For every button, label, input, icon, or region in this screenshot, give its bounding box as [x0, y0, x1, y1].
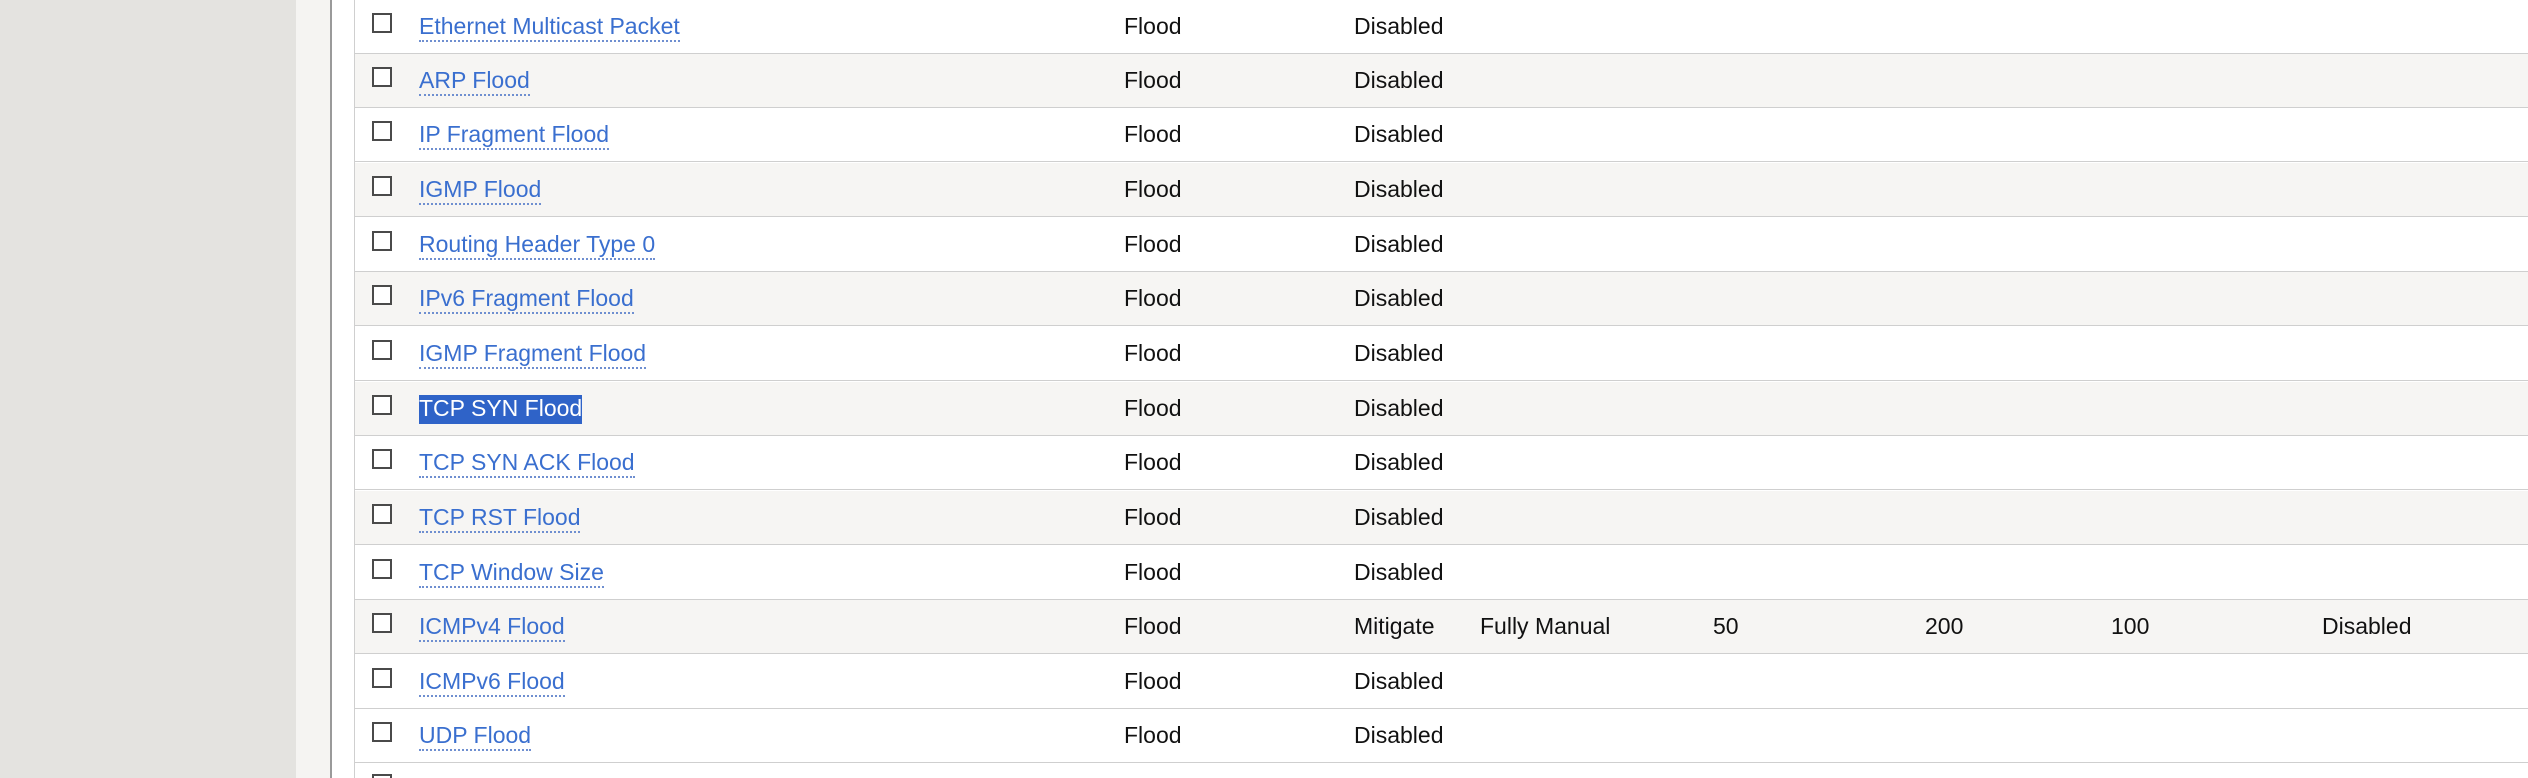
threshold-value: 100: [2111, 613, 2150, 639]
table-row: TCP RST Flood Flood Disabled: [355, 491, 2528, 545]
attack-name-link[interactable]: TCP SYN Flood: [419, 382, 583, 435]
attack-name-link[interactable]: IP Fragment Flood: [419, 108, 610, 161]
attack-name-link[interactable]: Ethernet Multicast Packet: [419, 0, 680, 53]
attack-action: Disabled: [1354, 67, 1444, 93]
attack-name[interactable]: TCP Window Size: [419, 559, 604, 588]
attack-name[interactable]: TCP RST Flood: [419, 504, 581, 533]
attack-name-link[interactable]: IGMP Fragment Flood: [419, 327, 647, 380]
attack-name-link[interactable]: ICMPv4 Flood: [419, 600, 565, 653]
row-checkbox[interactable]: [372, 121, 392, 141]
table-row: UDP Flood Flood Disabled: [355, 709, 2528, 763]
row-checkbox[interactable]: [372, 668, 392, 688]
table-row: TCP SYN Flood Flood Disabled: [355, 382, 2528, 436]
attack-name[interactable]: UDP Flood: [419, 722, 532, 751]
attack-type: Flood: [1124, 67, 1182, 93]
dos-protection-table: Ethernet Multicast Packet Flood Disabled…: [354, 0, 2528, 778]
table-row: ARP Flood Flood Disabled: [355, 54, 2528, 108]
table-row: IGMP Fragment Flood Flood Disabled: [355, 327, 2528, 381]
row-checkbox[interactable]: [372, 774, 392, 778]
table-row: IPv6 Fragment Flood Flood Disabled: [355, 272, 2528, 326]
attack-action: Disabled: [1354, 13, 1444, 39]
row-checkbox[interactable]: [372, 722, 392, 742]
attack-action: Disabled: [1354, 231, 1444, 257]
attack-name[interactable]: ICMPv6 Flood: [419, 668, 565, 697]
attack-status: Disabled: [2322, 613, 2412, 639]
attack-name[interactable]: ARP Flood: [419, 67, 530, 96]
attack-name-link[interactable]: ICMPv6 Flood: [419, 655, 565, 708]
attack-type: Flood: [1124, 504, 1182, 530]
attack-action: Disabled: [1354, 504, 1444, 530]
attack-name-link[interactable]: TCP SYN ACK Flood: [419, 436, 635, 489]
attack-type: Flood: [1124, 176, 1182, 202]
attack-type: Flood: [1124, 722, 1182, 748]
attack-action: Mitigate: [1354, 613, 1435, 639]
attack-type: Flood: [1124, 668, 1182, 694]
attack-name[interactable]: IPv6 Fragment Flood: [419, 285, 634, 314]
row-checkbox[interactable]: [372, 340, 392, 360]
attack-type: Flood: [1124, 340, 1182, 366]
threshold-value: 50: [1713, 613, 1739, 639]
attack-action: Disabled: [1354, 285, 1444, 311]
table-row: TCP SYN ACK Flood Flood Disabled: [355, 436, 2528, 490]
table-row: ICMPv4 Flood Flood Mitigate Fully Manual…: [355, 600, 2528, 654]
attack-name-link[interactable]: IGMP Flood: [419, 163, 542, 216]
attack-name-link[interactable]: TCP RST Flood: [419, 491, 581, 544]
attack-name-link[interactable]: IPv6 Fragment Flood: [419, 272, 634, 325]
table-row: IP Fragment Flood Flood Disabled: [355, 108, 2528, 162]
table-row: Ethernet Multicast Packet Flood Disabled: [355, 0, 2528, 54]
attack-type: Flood: [1124, 285, 1182, 311]
attack-name[interactable]: TCP SYN ACK Flood: [419, 449, 635, 478]
left-panel: [296, 0, 332, 778]
attack-action: Disabled: [1354, 340, 1444, 366]
row-checkbox[interactable]: [372, 13, 392, 33]
table-row: TCP Window Size Flood Disabled: [355, 546, 2528, 600]
attack-mode: Fully Manual: [1480, 613, 1611, 639]
attack-type: Flood: [1124, 559, 1182, 585]
attack-name[interactable]: Routing Header Type 0: [419, 231, 656, 260]
table-row: ICMPv6 Flood Flood Disabled: [355, 655, 2528, 709]
row-checkbox[interactable]: [372, 231, 392, 251]
attack-name-selected[interactable]: TCP SYN Flood: [419, 395, 583, 424]
table-row-partial: [355, 764, 2528, 778]
attack-action: Disabled: [1354, 449, 1444, 475]
attack-action: Disabled: [1354, 559, 1444, 585]
table-row: Routing Header Type 0 Flood Disabled: [355, 218, 2528, 272]
attack-name[interactable]: IP Fragment Flood: [419, 121, 610, 150]
attack-type: Flood: [1124, 395, 1182, 421]
row-checkbox[interactable]: [372, 449, 392, 469]
row-checkbox[interactable]: [372, 67, 392, 87]
attack-name-link[interactable]: TCP Window Size: [419, 546, 604, 599]
row-checkbox[interactable]: [372, 559, 392, 579]
row-checkbox[interactable]: [372, 395, 392, 415]
row-checkbox[interactable]: [372, 285, 392, 305]
attack-action: Disabled: [1354, 395, 1444, 421]
attack-action: Disabled: [1354, 121, 1444, 147]
row-checkbox[interactable]: [372, 504, 392, 524]
attack-name-link[interactable]: UDP Flood: [419, 709, 532, 762]
row-checkbox[interactable]: [372, 176, 392, 196]
row-checkbox[interactable]: [372, 613, 392, 633]
attack-name-link[interactable]: Routing Header Type 0: [419, 218, 656, 271]
attack-type: Flood: [1124, 13, 1182, 39]
attack-type: Flood: [1124, 121, 1182, 147]
attack-name[interactable]: ICMPv4 Flood: [419, 613, 565, 642]
attack-action: Disabled: [1354, 722, 1444, 748]
attack-type: Flood: [1124, 449, 1182, 475]
attack-type: Flood: [1124, 231, 1182, 257]
attack-action: Disabled: [1354, 176, 1444, 202]
attack-name[interactable]: IGMP Fragment Flood: [419, 340, 647, 369]
table-row: IGMP Flood Flood Disabled: [355, 163, 2528, 217]
attack-name[interactable]: Ethernet Multicast Packet: [419, 13, 680, 42]
left-gutter: [0, 0, 296, 778]
attack-name[interactable]: IGMP Flood: [419, 176, 542, 205]
threshold-value: 200: [1925, 613, 1964, 639]
attack-action: Disabled: [1354, 668, 1444, 694]
attack-name-link[interactable]: ARP Flood: [419, 54, 530, 107]
attack-type: Flood: [1124, 613, 1182, 639]
